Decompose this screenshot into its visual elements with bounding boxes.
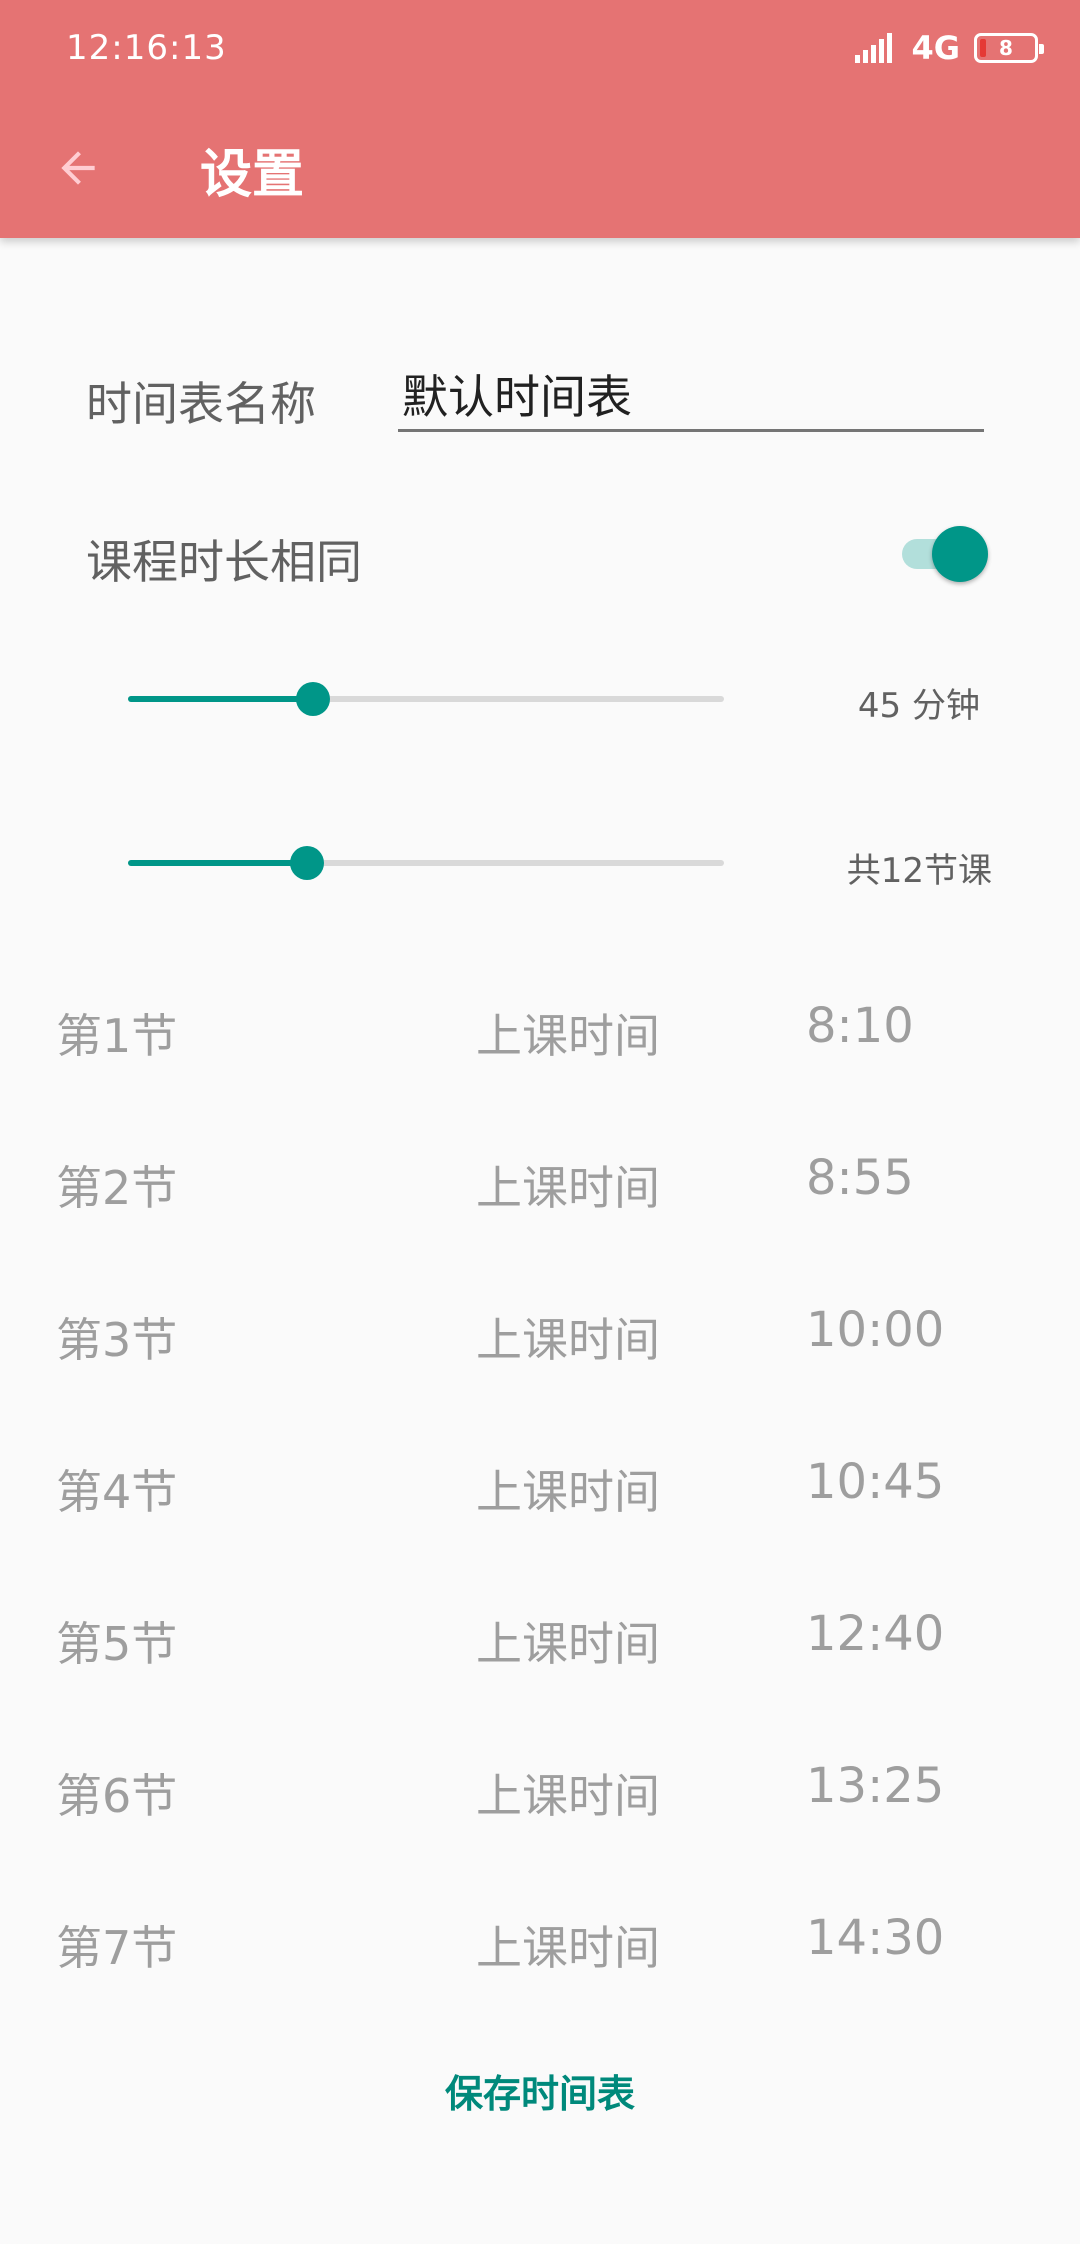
toolbar: 设置 [0, 96, 1080, 238]
start-time-value[interactable]: 8:55 [806, 1150, 914, 1206]
status-indicators: 4G 8 [853, 26, 1044, 70]
slider-thumb[interactable] [289, 846, 324, 880]
lesson-row[interactable]: 第6节 上课时间 13:25 [0, 1720, 1080, 1872]
signal-icon [855, 33, 893, 63]
lesson-row[interactable]: 第1节 上课时间 8:10 [0, 960, 1080, 1112]
back-button[interactable] [36, 126, 120, 210]
lesson-row[interactable]: 第5节 上课时间 12:40 [0, 1568, 1080, 1720]
same-duration-label: 课程时长相同 [86, 535, 362, 589]
start-time-label: 上课时间 [476, 1161, 660, 1215]
timetable-name-label: 时间表名称 [86, 377, 316, 431]
lesson-row[interactable]: 第3节 上课时间 10:00 [0, 1264, 1080, 1416]
start-time-value[interactable]: 10:45 [806, 1454, 944, 1510]
lesson-name: 第1节 [56, 1009, 178, 1063]
slider-thumb[interactable] [295, 682, 330, 716]
battery-level: 8 [999, 36, 1013, 60]
start-time-label: 上课时间 [476, 1009, 660, 1063]
lesson-name: 第4节 [56, 1465, 178, 1519]
start-time-label: 上课时间 [476, 1921, 660, 1975]
save-timetable-button[interactable]: 保存时间表 [380, 2050, 700, 2130]
lesson-name: 第5节 [56, 1617, 178, 1671]
lesson-count-slider[interactable] [124, 842, 724, 882]
switch-thumb [932, 526, 988, 582]
lesson-list: 第1节 上课时间 8:10 第2节 上课时间 8:55 第3节 上课时间 10:… [0, 960, 1080, 2024]
lesson-name: 第6节 [56, 1769, 178, 1823]
lesson-row[interactable]: 第7节 上课时间 14:30 [0, 1872, 1080, 2024]
start-time-value[interactable]: 13:25 [806, 1758, 944, 1814]
lesson-count-value: 共12节课 [846, 851, 992, 891]
timetable-name-input[interactable] [398, 358, 984, 432]
lesson-row[interactable]: 第4节 上课时间 10:45 [0, 1416, 1080, 1568]
slider-fill [128, 860, 307, 866]
start-time-value[interactable]: 14:30 [806, 1910, 944, 1966]
start-time-label: 上课时间 [476, 1313, 660, 1367]
lesson-name: 第2节 [56, 1161, 178, 1215]
duration-slider[interactable] [124, 678, 724, 718]
status-time: 12:16:13 [66, 28, 227, 68]
arrow-back-icon [61, 151, 95, 185]
start-time-label: 上课时间 [476, 1769, 660, 1823]
lesson-name: 第7节 [56, 1921, 178, 1975]
app-bar: 12:16:13 4G 8 设置 [0, 0, 1080, 238]
start-time-value[interactable]: 12:40 [806, 1606, 944, 1662]
page-title: 设置 [200, 145, 305, 205]
status-bar: 12:16:13 4G 8 [0, 0, 1080, 96]
same-duration-switch[interactable] [900, 524, 990, 584]
lesson-name: 第3节 [56, 1313, 178, 1367]
slider-fill [128, 696, 313, 702]
duration-value: 45 分钟 [857, 686, 980, 726]
start-time-label: 上课时间 [476, 1465, 660, 1519]
battery-icon: 8 [974, 33, 1044, 63]
lesson-row[interactable]: 第2节 上课时间 8:55 [0, 1112, 1080, 1264]
start-time-value[interactable]: 10:00 [806, 1302, 944, 1358]
start-time-label: 上课时间 [476, 1617, 660, 1671]
start-time-value[interactable]: 8:10 [806, 998, 914, 1054]
network-type: 4G [911, 29, 960, 67]
